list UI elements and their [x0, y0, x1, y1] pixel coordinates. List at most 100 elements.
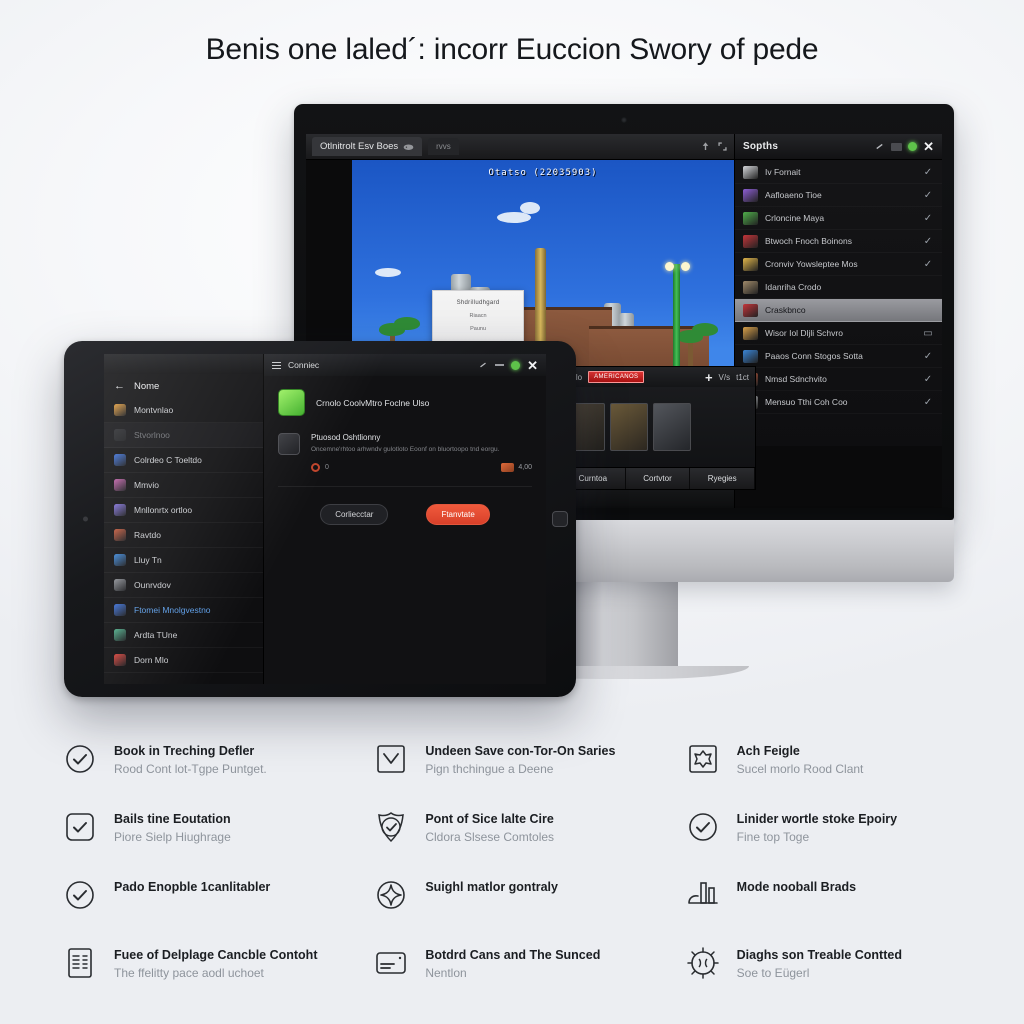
game-menu-item[interactable]: Paunu	[470, 326, 486, 332]
sidebar-item[interactable]: Mnllonrtx ortloo	[104, 498, 263, 523]
library-thumbnail-icon	[743, 211, 758, 225]
sidebar-item-icon	[114, 629, 126, 641]
badge-star-icon	[685, 741, 721, 777]
tablet-home-button[interactable]	[552, 511, 568, 527]
link-icon[interactable]	[874, 141, 885, 152]
sidebar-item[interactable]: Ardta TUne	[104, 623, 263, 648]
library-panel: Sopths ✕ Iv Fornait ✓ Aafloaeno Tioe ✓ Crlon…	[734, 134, 942, 508]
close-icon[interactable]: ✕	[527, 359, 538, 372]
library-row[interactable]: Craskbnco	[735, 299, 942, 322]
library-item-status-icon: ✓	[923, 373, 933, 385]
sidebar-item[interactable]: Ravtdo	[104, 523, 263, 548]
shield-check-icon	[373, 809, 409, 845]
library-row[interactable]: Crloncine Maya ✓	[735, 207, 942, 230]
feature-title: Diaghs son Treable Contted	[736, 948, 902, 962]
feature-text: Fuee of Delplage Cancble Contoht The ffel…	[114, 945, 318, 981]
sidebar-item[interactable]: Montvnlao	[104, 398, 263, 423]
sidebar-item-label: Montvnlao	[134, 405, 174, 415]
sidebar-item-icon	[114, 604, 126, 616]
back-arrow-icon[interactable]: ←	[114, 380, 125, 392]
emulator-tab-active[interactable]: Otlnitrolt Esv Boes	[312, 137, 423, 156]
library-row[interactable]: Idanriha Crodo	[735, 276, 942, 299]
library-item-label: Paaos Conn Stogos Sotta	[765, 351, 863, 361]
check-circle-icon	[62, 741, 98, 777]
sidebar-header[interactable]: ← Nome	[104, 374, 263, 398]
cancel-button[interactable]: Corliecctar	[320, 503, 389, 525]
tab-ryegies[interactable]: Ryegies	[690, 468, 756, 489]
feature-text: Mode nooball Brads	[737, 877, 856, 896]
library-row[interactable]: Paaos Conn Stogos Sotta ✓	[735, 345, 942, 368]
sidebar-item-label: Stvorlnoo	[134, 430, 170, 440]
library-item-status-icon: ✓	[923, 350, 933, 362]
link-icon[interactable]	[478, 360, 488, 370]
feature-title: Bails tine Eoutation	[114, 812, 231, 826]
sidebar-item[interactable]: Ftomei Mnolgvestno	[104, 598, 263, 623]
menu-icon[interactable]	[272, 361, 281, 369]
library-row[interactable]: Mensuo Tthi Coh Coo ✓	[735, 391, 942, 414]
library-row[interactable]: Aafloaeno Tioe ✓	[735, 184, 942, 207]
feature-item: Botdrd Cans and The Sunced Nentlon	[373, 939, 666, 1007]
minimize-icon[interactable]	[495, 364, 505, 366]
library-title: Sopths	[743, 141, 779, 152]
library-row[interactable]: Wisor Iol Dljli Schvro ▭	[735, 322, 942, 345]
library-row[interactable]: Cronviv Yowsleptee Mos ✓	[735, 253, 942, 276]
feature-title: Book in Treching Defler	[114, 744, 255, 758]
sidebar-item[interactable]: Lluy Tn	[104, 548, 263, 573]
library-item-label: Wisor Iol Dljli Schvro	[765, 328, 843, 338]
add-icon[interactable]: +	[705, 371, 713, 384]
sidebar-item[interactable]: Dorn Mlo	[104, 648, 263, 673]
cover-art[interactable]	[653, 403, 691, 451]
page-title: Benis one laled´: incorr Euccion Swory o…	[205, 33, 819, 66]
sidebar-item-label: Mmvio	[134, 480, 160, 490]
feature-item: Ach Feigle Sucel morlo Rood Clant	[685, 735, 978, 803]
feature-item: Bails tine Eoutation Piore Sielp Hiughrag…	[62, 803, 355, 871]
tablet-camera-icon	[83, 516, 88, 522]
minimize-icon[interactable]	[891, 142, 903, 151]
feature-text: Ach Feigle Sucel morlo Rood Clant	[737, 741, 864, 777]
game-score-overlay: Otatso (22035903)	[488, 168, 598, 178]
sidebar-item[interactable]: Mmvio	[104, 473, 263, 498]
cover-grid	[561, 387, 755, 467]
upload-icon[interactable]	[700, 141, 711, 152]
cloud-shape	[520, 202, 541, 215]
record-icon	[311, 462, 320, 472]
fullscreen-icon[interactable]	[717, 141, 728, 152]
sidebar-item-icon	[114, 554, 126, 566]
feature-title: Botdrd Cans and The Sunced	[425, 948, 601, 962]
sidebar-item-label: Ounrvdov	[134, 580, 171, 590]
tab-cortvtor[interactable]: Cortvtor	[625, 468, 691, 489]
sidebar-search-field[interactable]: Stvorlnoo	[104, 423, 263, 448]
item-size: 4,00	[518, 463, 532, 471]
game-menu-item[interactable]: Riaacn	[469, 313, 486, 319]
item-meta-right: 4,00	[501, 462, 532, 472]
close-icon[interactable]: ✕	[923, 140, 934, 153]
emulator-tab-secondary[interactable]: rvvs	[428, 138, 459, 155]
feature-title: Ach Feigle	[736, 744, 800, 758]
feature-text: Book in Treching Defler Rood Cont lot-Tgp…	[114, 741, 267, 777]
library-list[interactable]: Iv Fornait ✓ Aafloaeno Tioe ✓ Crloncine Maya…	[735, 160, 942, 446]
sidebar-header-label: Nome	[134, 380, 160, 392]
feature-text: Pado Enopble 1canlitabler	[114, 877, 270, 896]
library-row[interactable]: Btwoch Fnoch Boinons ✓	[735, 230, 942, 253]
library-item-status-icon: ✓	[923, 235, 933, 247]
library-row[interactable]: Iv Fornait ✓	[735, 161, 942, 184]
sidebar-item[interactable]: Ounrvdov	[104, 573, 263, 598]
library-titlebar: Sopths ✕	[735, 134, 942, 160]
feature-title: Fuee of Delplage Cancble Contoht	[114, 948, 318, 962]
feature-item: Book in Treching Defler Rood Cont lot-Tgp…	[62, 735, 355, 803]
library-thumbnail-icon	[743, 188, 758, 202]
library-item-status-icon: ✓	[923, 396, 933, 408]
library-row[interactable]: Nmsd Sdnchvito ✓	[735, 368, 942, 391]
product-header: Crnolo CoolvMtro Foclne Ulso	[278, 389, 532, 416]
library-item-label: Nmsd Sdnchvito	[765, 374, 827, 384]
feature-subtitle: Pign thchingue a Deene	[425, 761, 554, 776]
document-lines-icon	[62, 945, 98, 981]
confirm-button[interactable]: Ftanvtate	[426, 503, 490, 525]
sidebar-item[interactable]: Colrdeo C Toeltdo	[104, 448, 263, 473]
cover-art[interactable]	[610, 403, 648, 451]
tablet-sidebar-items[interactable]: Montvnlao Stvorlnoo Colrdeo C Toeltdo Mmvio…	[104, 398, 263, 673]
feature-item: Suighl matlor gontraly	[373, 871, 666, 939]
feature-text: Diaghs son Treable Contted Soe to Eügerl	[737, 945, 902, 981]
feature-text: Linider wortle stoke Epoiry Fine top Toge	[737, 809, 897, 845]
webcam-icon	[621, 117, 627, 123]
